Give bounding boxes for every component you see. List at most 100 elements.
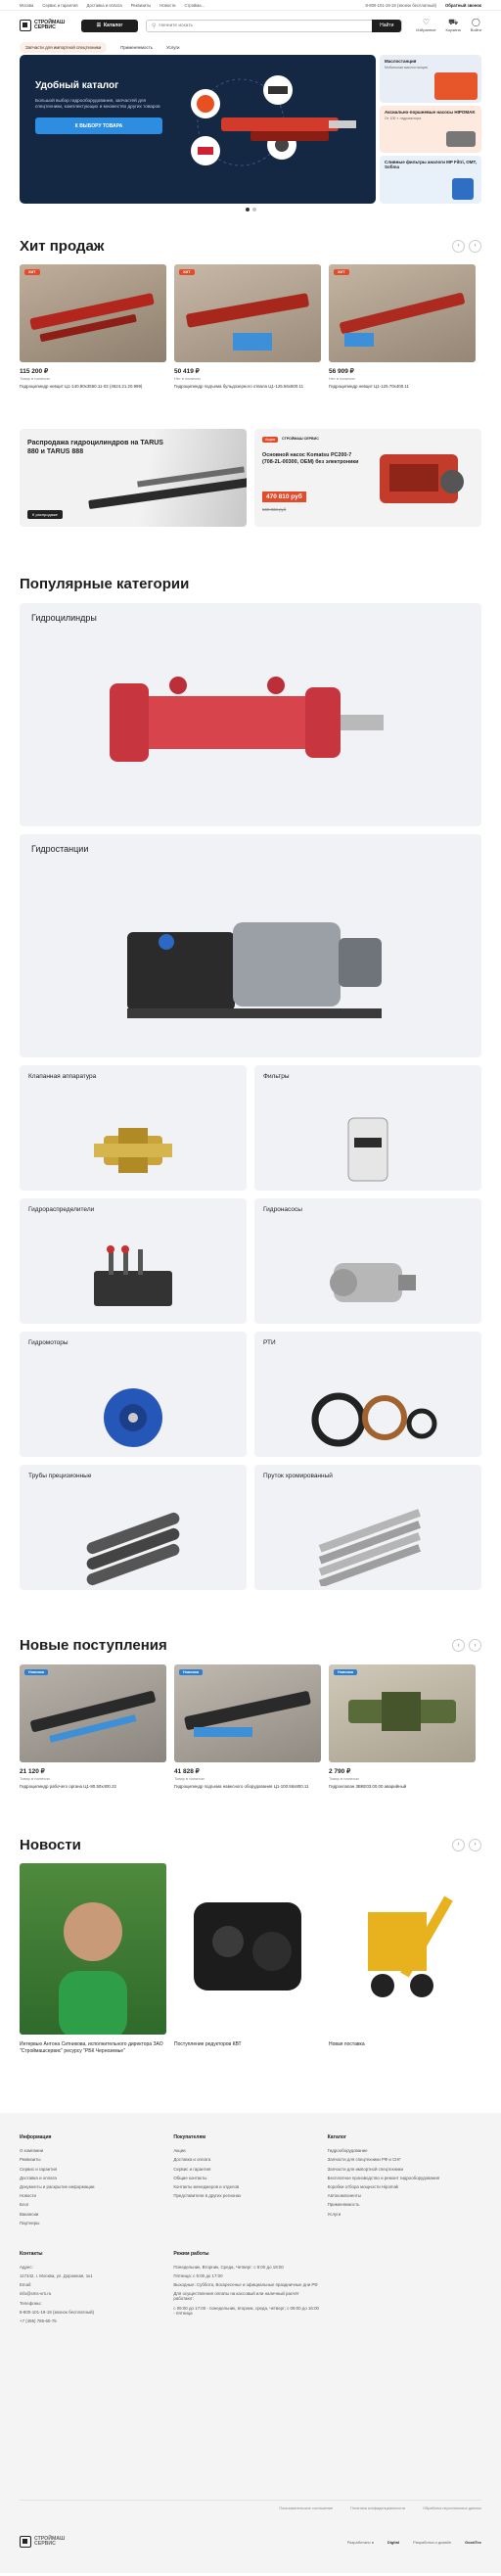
prev-arrow-icon[interactable]: ‹ (452, 239, 465, 253)
next-arrow-icon[interactable]: › (469, 1639, 481, 1653)
footer-link[interactable]: Сервис и гарантия (173, 2167, 327, 2172)
footer-link[interactable]: О компании (20, 2148, 173, 2153)
pump-banner-title: Основной насос Komatsu PC200-7 (708-2L-0… (262, 451, 359, 465)
top-link-news[interactable]: Новости (159, 3, 175, 8)
product-card[interactable]: ХИТ 50 419 ₽ Нет в наличии Гидроцилиндр … (174, 264, 321, 390)
footer-link[interactable]: Применяемость (328, 2202, 481, 2207)
pagination-dot[interactable] (251, 208, 256, 211)
side-promo-filters[interactable]: Сливные фильтры аналоги MP Filtri, OMT, … (380, 156, 481, 205)
footer-link[interactable]: Документы и раскрытие информации (20, 2184, 173, 2189)
category-card[interactable]: Гидронасосы (254, 1197, 481, 1324)
sale-banner[interactable]: Распродажа гидроцилиндров на TARUS 880 и… (20, 428, 247, 527)
city-selector[interactable]: Москва (20, 3, 33, 8)
product-card[interactable]: ХИТ 115 200 ₽ Товар в наличии Гидроцилин… (20, 264, 166, 390)
search-input[interactable] (159, 23, 370, 28)
login-button[interactable]: ◯ Войти (471, 19, 481, 33)
logo-icon (20, 2536, 31, 2549)
contact-phone[interactable]: 8-800-101-19-19 (звонок бесплатный) (20, 2310, 173, 2315)
footer-link[interactable]: Запчасти для импортной спецтехники (328, 2167, 481, 2172)
footer-link[interactable]: Услуги (328, 2212, 481, 2217)
footer-link[interactable]: Доставка и оплата (173, 2157, 327, 2162)
side-promo-title: Аксиально-поршневые насосы HIPOMAK (385, 109, 476, 115)
top-link-requisites[interactable]: Реквизиты (131, 3, 152, 8)
category-title: Гидрораспределители (28, 1205, 95, 1213)
catalog-button[interactable]: ☰ Каталог (81, 19, 138, 32)
logo[interactable]: СТРОЙМАШ СЕРВИС (20, 20, 73, 31)
footer-link[interactable]: Запчасти для спецтехники РФ и СНГ (328, 2157, 481, 2162)
footer-link[interactable]: Общие контакты (173, 2176, 327, 2180)
cylinder-illustration (184, 1690, 311, 1737)
search-button[interactable]: Найти (372, 19, 402, 32)
category-card[interactable]: Фильтры (254, 1064, 481, 1191)
news-card[interactable]: Новая поставка (329, 1863, 476, 2054)
footer-link[interactable]: Бесплатное производство и ремонт гидрооб… (328, 2176, 481, 2180)
prev-arrow-icon[interactable]: ‹ (452, 1838, 465, 1851)
product-name[interactable]: Гидроцилиндр невцит Ц1-125.70х400.11 (329, 384, 476, 390)
privacy-link[interactable]: Политика конфиденциальности (350, 2506, 405, 2510)
product-name[interactable]: Гидроцилиндр рабочего органа Ц1-80.50х40… (20, 1784, 166, 1790)
import-parts-pill[interactable]: Запчасти для импортной спецтехники (20, 42, 108, 53)
callback-link[interactable]: Обратный звонок (445, 3, 481, 8)
product-card[interactable]: Новинка 21 120 ₽ Товар в наличии Гидроци… (20, 1663, 166, 1790)
personal-data-link[interactable]: Обработка персональных данных (423, 2506, 481, 2510)
footer-link[interactable]: Блог (20, 2202, 173, 2207)
category-card[interactable]: Гидростанции (20, 833, 481, 1057)
footer-link[interactable]: Вакансии (20, 2212, 173, 2217)
credit-partner-name[interactable]: Digital (387, 2540, 399, 2545)
news-card[interactable]: Поступление редукторов КВТ (174, 1863, 321, 2054)
top-link-delivery[interactable]: Доставка и оплата (87, 3, 122, 8)
footer-link[interactable]: Сервис и гарантия (20, 2167, 173, 2172)
search-icon: ⚲ (152, 23, 157, 29)
footer-link[interactable]: Коробки отбора мощности Hipomak (328, 2184, 481, 2189)
category-card[interactable]: Гидромоторы (20, 1331, 247, 1457)
news-card[interactable]: Интервью Антона Ситникова, исполнительно… (20, 1863, 166, 2054)
pagination-dot[interactable] (245, 208, 250, 211)
product-name[interactable]: Гидроцилиндр невцит Ц1-140.90х3550.11-02… (20, 384, 166, 390)
product-name[interactable]: Гидроцилиндр подъема навесного оборудова… (174, 1784, 321, 1790)
category-card[interactable]: РТИ (254, 1331, 481, 1457)
hero-button[interactable]: К ВЫБОРУ ТОВАРА (35, 117, 162, 134)
product-name[interactable]: Гидроцилиндр подъема бульдозерного отвал… (174, 384, 321, 390)
pump-banner-price: 470 810 руб (262, 491, 306, 502)
credit-design-name[interactable]: GoodTec (465, 2540, 481, 2545)
hero-banner[interactable]: Удобный каталог Большой выбор гидрообору… (20, 55, 376, 204)
prev-arrow-icon[interactable]: ‹ (452, 1639, 465, 1653)
subnav-services[interactable]: Услуги (166, 45, 180, 50)
category-card[interactable]: Трубы прецизионные (20, 1464, 247, 1590)
footer-link[interactable]: Доставка и оплата (20, 2176, 173, 2180)
next-arrow-icon[interactable]: › (469, 1838, 481, 1851)
product-card[interactable]: Новинка 41 828 ₽ Товар в наличии Гидроци… (174, 1663, 321, 1790)
phone-number[interactable]: 8-800-101-19-19 (звонок бесплатный) (366, 3, 437, 8)
next-arrow-icon[interactable]: › (469, 239, 481, 253)
cart-button[interactable]: ⛟ Корзина (445, 19, 461, 33)
footer-link[interactable]: Партнеры (20, 2221, 173, 2225)
agreement-link[interactable]: Пользовательское соглашение (279, 2506, 333, 2510)
contact-email[interactable]: info@sms-vrn.ru (20, 2291, 173, 2296)
footer-logo[interactable]: СТРОЙМАШ СЕРВИС (20, 2535, 73, 2549)
footer-link[interactable]: Автокомпоненты (328, 2193, 481, 2198)
product-name[interactable]: Гидроклапан 3ВКЕ03.00.00 аварийный (329, 1784, 476, 1790)
product-card[interactable]: ХИТ 56 909 ₽ Нет в наличии Гидроцилиндр … (329, 264, 476, 390)
footer-link[interactable]: Контакты менеджеров и отделов (173, 2184, 327, 2189)
category-card[interactable]: Клапанная аппаратура (20, 1064, 247, 1191)
category-card[interactable]: Гидрораспределители (20, 1197, 247, 1324)
top-link-service[interactable]: Сервис и гарантия (42, 3, 77, 8)
footer-logo-text: СТРОЙМАШ СЕРВИС (34, 2535, 66, 2548)
footer-link[interactable]: Новости (20, 2193, 173, 2198)
category-card[interactable]: Гидроцилиндры (20, 602, 481, 826)
top-link-more[interactable]: Стройма... (184, 3, 205, 8)
subnav-applicability[interactable]: Применяемость (120, 45, 153, 50)
footer-link[interactable]: Представители в других регионах (173, 2193, 327, 2198)
favorites-button[interactable]: ♡ Избранное (416, 19, 435, 33)
pump-banner[interactable]: Акция СТРОЙМАШ СЕРВИС Основной насос Kom… (254, 428, 481, 527)
product-card[interactable]: Новинка 2 790 ₽ Товар в наличии Гидрокла… (329, 1663, 476, 1790)
category-card[interactable]: Пруток хромированный (254, 1464, 481, 1590)
menu-icon: ☰ (96, 23, 102, 28)
side-promo-pumps[interactable]: Аксиально-поршневые насосы HIPOMAK От 10… (380, 105, 481, 154)
side-promo-oil-station[interactable]: Маслостанция Мобильная маслостанция (380, 55, 481, 103)
footer-link[interactable]: Акции (173, 2148, 327, 2153)
contact-phone[interactable]: +7 (495) 785-60-75 (20, 2318, 173, 2323)
cart-label: Корзина (445, 27, 461, 32)
footer-link[interactable]: Гидрооборудование (328, 2148, 481, 2153)
footer-link[interactable]: Реквизиты (20, 2157, 173, 2162)
